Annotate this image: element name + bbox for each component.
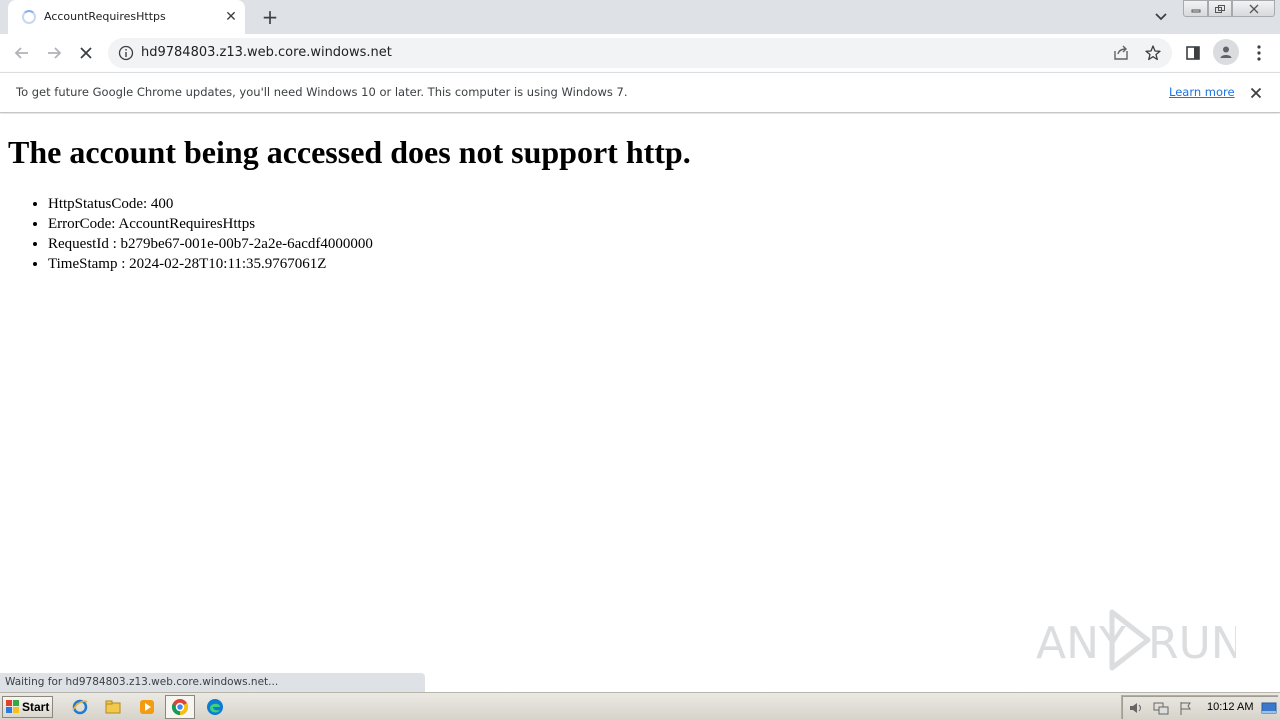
file-explorer-icon[interactable] [103, 697, 123, 717]
forward-button[interactable] [42, 41, 66, 65]
list-item: ErrorCode: AccountRequiresHttps [48, 214, 373, 234]
status-bubble: Waiting for hd9784803.z13.web.core.windo… [0, 673, 425, 692]
back-button[interactable] [10, 41, 34, 65]
browser-toolbar: hd9784803.z13.web.core.windows.net [0, 34, 1280, 72]
learn-more-link[interactable]: Learn more [1169, 85, 1235, 99]
edge-icon[interactable] [205, 697, 225, 717]
site-info-icon[interactable] [118, 45, 134, 61]
status-text: Waiting for hd9784803.z13.web.core.windo… [5, 676, 279, 688]
address-bar[interactable]: hd9784803.z13.web.core.windows.net [108, 38, 1172, 68]
tab-title: AccountRequiresHttps [44, 10, 166, 23]
system-tray: 10:12 AM [1121, 695, 1278, 719]
list-item: RequestId : b279be67-001e-00b7-2a2e-6acd… [48, 234, 373, 254]
url-text[interactable]: hd9784803.z13.web.core.windows.net [141, 45, 392, 60]
tab-active[interactable]: AccountRequiresHttps ✕ [8, 0, 245, 34]
network-icon[interactable] [1153, 700, 1169, 716]
menu-kebab-icon[interactable] [1248, 42, 1270, 64]
side-panel-icon[interactable] [1182, 42, 1204, 64]
taskbar: Start 10:12 AM [0, 692, 1280, 720]
bookmark-star-icon[interactable] [1144, 44, 1162, 62]
media-player-icon[interactable] [137, 697, 157, 717]
restore-button[interactable] [1208, 0, 1232, 17]
list-item: TimeStamp : 2024-02-28T10:11:35.9767061Z [48, 254, 373, 274]
update-infobar: To get future Google Chrome updates, you… [0, 72, 1280, 113]
show-desktop-icon[interactable] [1261, 700, 1277, 716]
action-center-flag-icon[interactable] [1178, 700, 1194, 716]
windows-logo-icon [6, 700, 19, 713]
start-button[interactable]: Start [2, 696, 53, 718]
infobar-message: To get future Google Chrome updates, you… [16, 85, 628, 99]
loading-spinner-icon [22, 10, 36, 24]
tab-close-button[interactable]: ✕ [222, 8, 240, 26]
page-heading: The account being accessed does not supp… [8, 134, 691, 170]
error-details-list: HttpStatusCode: 400 ErrorCode: AccountRe… [48, 194, 373, 274]
share-icon[interactable] [1112, 44, 1130, 62]
new-tab-button[interactable]: + [258, 5, 282, 29]
volume-icon[interactable] [1128, 700, 1144, 716]
list-item: HttpStatusCode: 400 [48, 194, 373, 214]
anyrun-watermark-logo: ANY RUN [1036, 604, 1244, 674]
watermark-text-right: RUN [1148, 618, 1236, 669]
stop-loading-button[interactable] [74, 41, 98, 65]
tab-strip: AccountRequiresHttps ✕ + [0, 0, 1280, 34]
tab-search-chevron-icon[interactable] [1150, 6, 1172, 28]
start-label: Start [22, 700, 50, 714]
window-close-button[interactable] [1232, 0, 1275, 17]
chrome-taskbar-icon[interactable] [165, 695, 195, 719]
minimize-button[interactable] [1183, 0, 1208, 17]
window-controls [1183, 0, 1276, 18]
infobar-close-icon[interactable] [1246, 83, 1266, 103]
internet-explorer-icon[interactable] [70, 697, 90, 717]
taskbar-clock[interactable]: 10:12 AM [1207, 701, 1253, 713]
profile-avatar-icon[interactable] [1213, 39, 1239, 65]
